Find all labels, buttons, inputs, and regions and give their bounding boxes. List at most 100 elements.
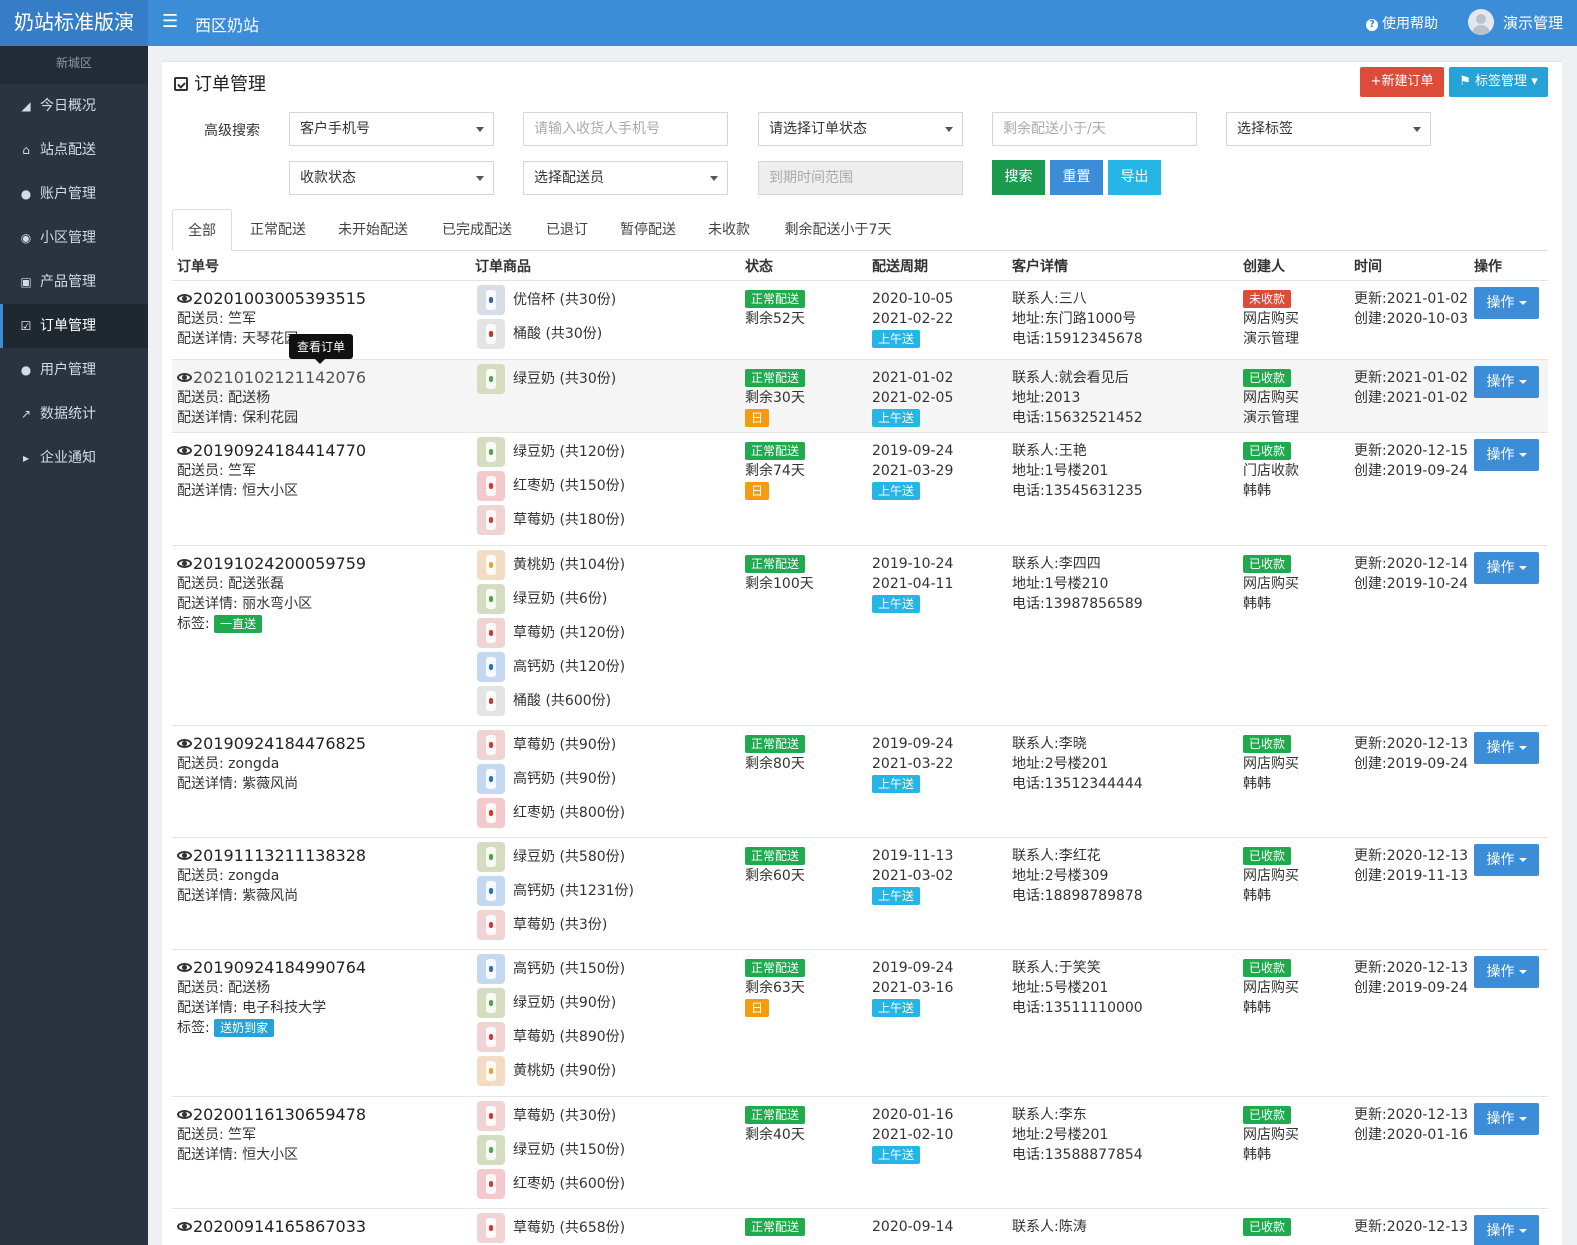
tab-all[interactable]: 全部 [172,209,232,251]
tab-not-started[interactable]: 未开始配送 [330,209,416,251]
sidebar-item-5[interactable]: ☑ 订单管理 [0,304,148,348]
contact-name: 联系人:三八 [1012,291,1087,307]
eye-icon [177,963,192,972]
phone: 电话:13512344444 [1012,776,1143,792]
order-number-link[interactable]: 20191024200059759 [177,554,366,574]
remaining-days-input[interactable]: 剩余配送小于/天 [992,112,1197,146]
sidebar-item-label: 用户管理 [40,362,96,378]
action-dropdown-button[interactable]: 操作 [1474,439,1539,471]
end-date: 2021-03-16 [872,980,954,996]
menu-toggle-icon[interactable]: ☰ [162,11,178,32]
help-link[interactable]: ? 使用帮助 [1366,13,1438,33]
customer-type-select[interactable]: 客户手机号 [289,112,494,146]
order-number-link[interactable]: 20201003005393515 [177,289,366,309]
sidebar-item-6[interactable]: ● 用户管理 [0,348,148,392]
product-item: 黄桃奶 (共104份) [477,550,625,584]
sidebar-item-4[interactable]: ▣ 产品管理 [0,260,148,304]
address: 地址:2号楼309 [1012,868,1109,884]
order-status-value: 请选择订单状态 [769,121,867,137]
action-dropdown-button[interactable]: 操作 [1474,552,1539,584]
table-row: 20190924184476825 配送员: zongda 配送详情: 紫薇风尚 草莓… [172,725,1548,837]
product-name: 草莓奶 (共3份) [513,917,608,933]
courier-select[interactable]: 选择配送员 [523,161,728,195]
product-name: 草莓奶 (共180份) [513,512,626,528]
tab-paused[interactable]: 暂停配送 [612,209,684,251]
tab-unpaid[interactable]: 未收款 [700,209,758,251]
tag-manage-button[interactable]: ⚑ 标签管理 ▾ [1449,67,1548,97]
tab-less-than-7-days[interactable]: 剩余配送小于7天 [774,209,902,251]
region-label: 新城区 [0,46,148,84]
milk-product-icon [477,1022,505,1052]
col-customer: 客户详情 [1012,259,1068,275]
receiver-phone-input[interactable]: 请输入收货人手机号 [523,112,728,146]
order-number-link[interactable]: 20190924184414770 [177,441,366,461]
remaining-days: 剩余63天 [745,980,805,996]
delivery-detail: 配送详情: 紫薇风尚 [177,888,299,904]
milk-product-icon [477,319,505,349]
search-button[interactable]: 搜索 [992,160,1045,195]
eye-icon [177,294,192,303]
table-row: 20200116130659478 配送员: 竺军 配送详情: 恒大小区 草莓奶 (共… [172,1096,1548,1208]
milk-product-icon [477,842,505,872]
milk-product-icon [477,876,505,906]
action-dropdown-button[interactable]: 操作 [1474,366,1539,398]
product-name: 绿豆奶 (共120份) [513,444,626,460]
remaining-days: 剩余60天 [745,868,805,884]
product-item: 草莓奶 (共120份) [477,618,625,652]
tag-select[interactable]: 选择标签 [1226,112,1431,146]
delivery-detail: 配送详情: 保利花园 [177,410,299,426]
table-row: 20191024200059759 配送员: 配送张磊 配送详情: 丽水弯小区 标签:… [172,545,1548,725]
action-dropdown-button[interactable]: 操作 [1474,1215,1539,1245]
contact-name: 联系人:就会看见后 [1012,370,1129,386]
milk-product-icon [477,505,505,535]
tab-unsubscribed[interactable]: 已退订 [538,209,596,251]
order-number-link[interactable]: 20210102121142076 [177,368,366,388]
tab-normal[interactable]: 正常配送 [242,209,314,251]
product-item: 草莓奶 (共90份) [477,730,625,764]
chevron-down-icon [710,176,718,181]
expire-range-input[interactable]: 到期时间范围 [758,161,963,195]
action-dropdown-button[interactable]: 操作 [1474,844,1539,876]
new-order-button[interactable]: +新建订单 [1360,67,1444,97]
payment-badge: 已收款 [1243,555,1292,573]
caret-down-icon [1518,1117,1527,1121]
tab-completed[interactable]: 已完成配送 [434,209,520,251]
order-number-link[interactable]: 20191113211138328 [177,846,366,866]
action-dropdown-button[interactable]: 操作 [1474,956,1539,988]
sidebar-item-7[interactable]: ↗ 数据统计 [0,392,148,436]
sidebar-item-2[interactable]: ● 账户管理 [0,172,148,216]
action-dropdown-button[interactable]: 操作 [1474,732,1539,764]
payment-badge: 已收款 [1243,442,1292,460]
order-number: 20190924184990764 [193,958,367,977]
order-number-link[interactable]: 20200914165867033 [177,1217,366,1237]
avatar[interactable] [1468,9,1494,35]
reset-button[interactable]: 重置 [1050,160,1103,195]
time-slot-badge: 上午送 [872,887,921,905]
updated-time: 更新:2020-12-13 [1354,736,1469,752]
brand-logo[interactable]: 奶站标准版演 [0,0,148,46]
col-action: 操作 [1474,259,1502,275]
col-order-no: 订单号 [177,259,219,275]
daily-badge: 日 [745,409,770,427]
order-number-link[interactable]: 20200116130659478 [177,1105,366,1125]
start-date: 2019-11-13 [872,848,954,864]
sidebar-item-3[interactable]: ◉ 小区管理 [0,216,148,260]
created-time: 创建:2019-09-24 [1354,980,1469,996]
order-number-link[interactable]: 20190924184990764 [177,958,366,978]
user-menu[interactable]: 演示管理 [1503,12,1563,33]
payment-status-select[interactable]: 收款状态 [289,161,494,195]
milk-product-icon [477,285,505,315]
sidebar-item-1[interactable]: ⌂ 站点配送 [0,128,148,172]
creator: 韩韩 [1243,776,1271,792]
sidebar-item-0[interactable]: ◢ 今日概况 [0,84,148,128]
action-dropdown-button[interactable]: 操作 [1474,287,1539,319]
order-number-link[interactable]: 20190924184476825 [177,734,366,754]
order-number: 20201003005393515 [193,289,367,308]
action-dropdown-button[interactable]: 操作 [1474,1103,1539,1135]
sidebar-item-8[interactable]: ▸ 企业通知 [0,436,148,480]
order-status-select[interactable]: 请选择订单状态 [758,112,963,146]
milk-product-icon [477,1056,505,1086]
export-button[interactable]: 导出 [1108,160,1161,195]
creator: 韩韩 [1243,596,1271,612]
milk-product-icon [477,764,505,794]
